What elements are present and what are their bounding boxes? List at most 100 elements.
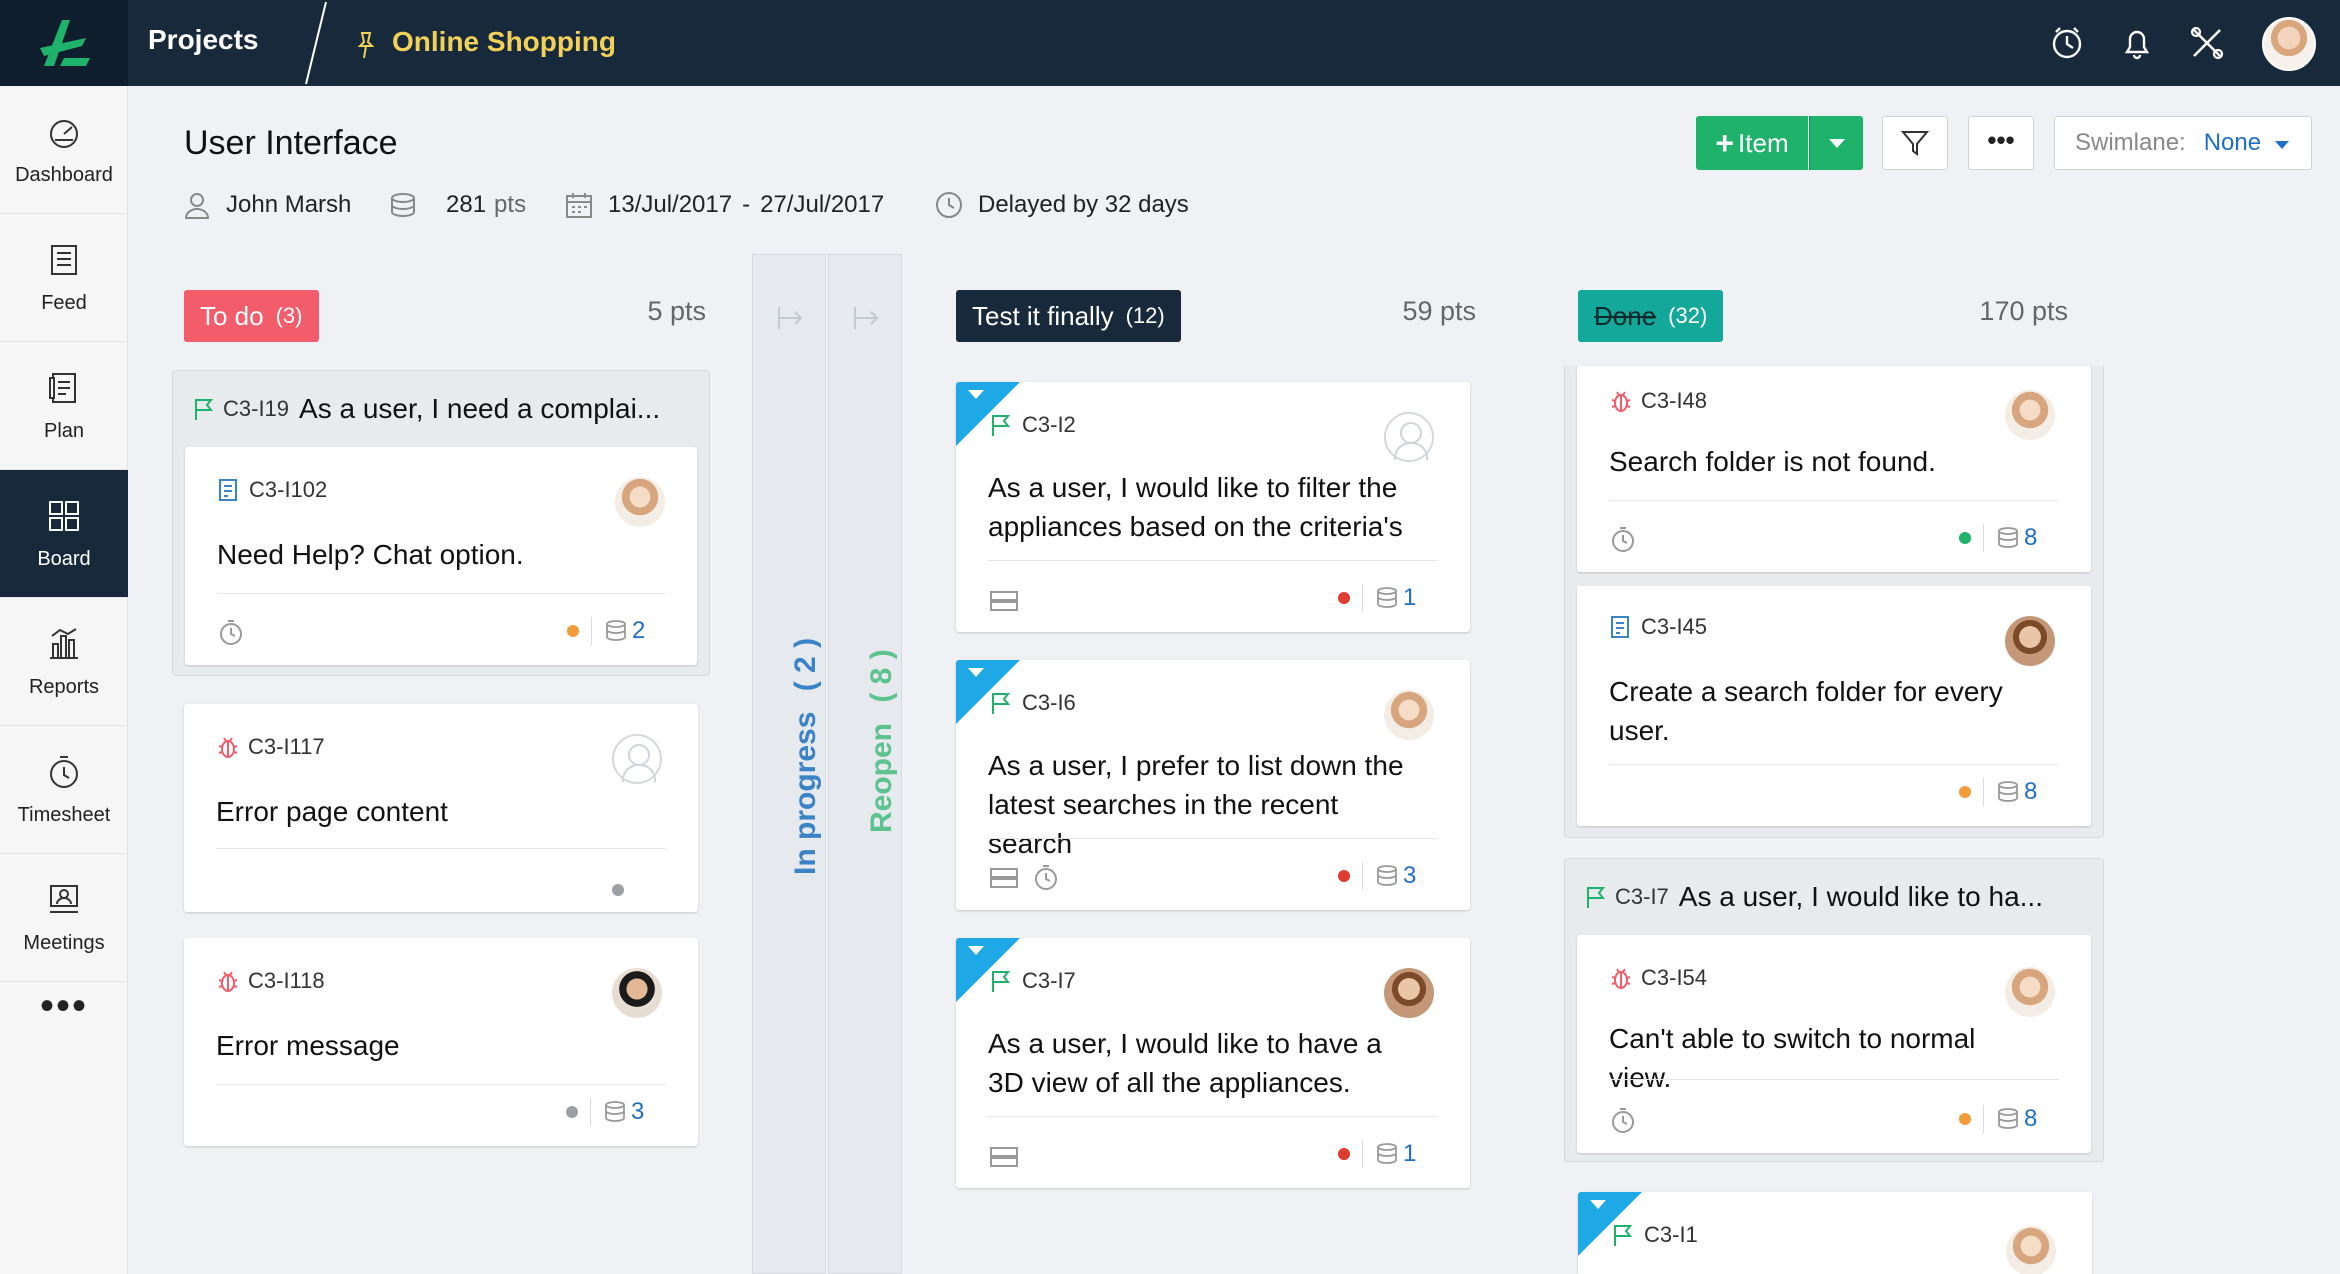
group-header[interactable]: C3-I7 As a user, I would like to ha... — [1583, 881, 2043, 913]
tools-icon[interactable] — [2188, 24, 2226, 62]
column-count: ( 2 ) — [789, 637, 822, 692]
card-title: Can't able to switch to normal view. — [1609, 1023, 1976, 1093]
unassigned-avatar[interactable] — [1384, 412, 1434, 462]
task-card[interactable]: C3-I118 Error message 3 — [184, 938, 698, 1146]
assignee-avatar[interactable] — [2005, 616, 2055, 666]
priority-dot — [567, 625, 579, 637]
story-group: C3-I19 As a user, I need a complai... C3… — [172, 370, 710, 676]
group-header[interactable]: C3-I19 As a user, I need a complai... — [191, 393, 660, 425]
subtasks-icon[interactable] — [988, 588, 1022, 614]
points-value: 2 — [632, 617, 646, 644]
column-test-header[interactable]: Test it finally (12) — [956, 290, 1181, 342]
column-in-progress-collapsed[interactable]: In progress ( 2 ) — [752, 254, 826, 1274]
story-card[interactable]: C3-I6 As a user, I prefer to list down t… — [956, 660, 1470, 910]
story-flag-icon — [195, 399, 214, 420]
timer-icon[interactable] — [217, 619, 245, 647]
task-card[interactable]: C3-I45 Create a search folder for every … — [1577, 586, 2091, 826]
column-name: Test it finally — [972, 300, 1114, 331]
coins-icon — [1998, 781, 2018, 802]
sidebar-item-dashboard[interactable]: Dashboard — [0, 86, 128, 214]
priority-dot — [1338, 870, 1350, 882]
bug-icon — [218, 737, 238, 758]
delay-meta: Delayed by 32 days — [934, 190, 1189, 220]
user-avatar[interactable] — [2262, 17, 2316, 71]
expand-arrow-icon[interactable] — [775, 303, 805, 333]
timer-icon[interactable] — [2048, 24, 2086, 62]
swimlane-value: None — [2203, 129, 2262, 156]
task-card[interactable]: C3-I117 Error page content — [184, 704, 698, 912]
unassigned-avatar[interactable] — [612, 734, 662, 784]
card-id-text: C3-I1 — [1644, 1222, 1698, 1247]
assignee-avatar[interactable] — [2005, 390, 2055, 440]
timer-icon[interactable] — [1032, 864, 1060, 892]
story-card[interactable]: C3-I2 As a user, I would like to filter … — [956, 382, 1470, 632]
sidebar-item-feed[interactable]: Feed — [0, 214, 128, 342]
assignee-avatar[interactable] — [615, 477, 665, 527]
task-card[interactable]: C3-I54 Can't able to switch to normal vi… — [1577, 935, 2091, 1153]
column-reopen-collapsed[interactable]: Reopen ( 8 ) — [828, 254, 902, 1274]
task-card[interactable]: C3-I48 Search folder is not found. 8 — [1577, 366, 2091, 572]
more-options-button[interactable]: ••• — [1968, 116, 2034, 170]
owner-name[interactable]: John Marsh — [226, 191, 351, 219]
column-name: Reopen — [865, 722, 898, 833]
subtasks-icon[interactable] — [988, 865, 1022, 891]
sidebar-item-label: Reports — [28, 676, 100, 698]
card-points — [612, 884, 624, 896]
subtasks-icon[interactable] — [988, 1144, 1022, 1170]
card-id: C3-I117 — [216, 734, 325, 760]
card-title: Need Help? Chat option. — [217, 539, 524, 570]
sidebar-item-label: Dashboard — [15, 164, 113, 186]
sidebar-more-button[interactable]: ••• — [0, 986, 128, 1026]
timer-icon[interactable] — [1609, 526, 1637, 554]
card-title: As a user, I prefer to list down the lat… — [988, 750, 1404, 859]
column-done-header[interactable]: Done (32) — [1578, 290, 1724, 342]
column-name: Done — [1594, 300, 1657, 331]
coins-icon — [606, 620, 626, 641]
card-footer — [1609, 1107, 1637, 1135]
expand-arrow-icon[interactable] — [851, 303, 881, 333]
coins-icon — [1377, 587, 1397, 608]
card-points: 3 — [1338, 862, 1416, 890]
sidebar-item-plan[interactable]: Plan — [0, 342, 128, 470]
notification-bell-icon[interactable] — [2118, 24, 2156, 62]
card-id-text: C3-I48 — [1641, 388, 1708, 413]
plus-icon: + — [1715, 124, 1735, 161]
task-card[interactable]: C3-I102 Need Help? Chat option. 2 — [185, 447, 697, 665]
sidebar-item-label: Meetings — [23, 932, 105, 954]
add-item-button[interactable]: + Item — [1696, 116, 1808, 170]
story-flag-icon — [992, 971, 1011, 992]
card-id-text: C3-I118 — [248, 968, 325, 993]
add-item-dropdown-button[interactable] — [1809, 116, 1863, 170]
sidebar-item-timesheet[interactable]: Timesheet — [0, 726, 128, 854]
sidebar-item-board[interactable]: Board — [0, 470, 128, 598]
card-title: Error page content — [216, 796, 448, 827]
column-count: (32) — [1668, 303, 1708, 328]
assignee-avatar[interactable] — [2006, 1226, 2056, 1274]
assignee-avatar[interactable] — [1384, 690, 1434, 740]
story-flag-icon — [1614, 1225, 1633, 1246]
sidebar-item-reports[interactable]: Reports — [0, 598, 128, 726]
delay-text: Delayed by 32 days — [978, 191, 1189, 218]
story-card[interactable]: C3-I7 As a user, I would like to have a … — [956, 938, 1470, 1188]
timer-icon[interactable] — [1609, 1107, 1637, 1135]
logo-icon — [40, 20, 90, 66]
assignee-avatar[interactable] — [1384, 968, 1434, 1018]
delay-clock-icon — [936, 192, 962, 218]
assignee-avatar[interactable] — [612, 968, 662, 1018]
story-card[interactable]: C3-I1 — [1578, 1192, 2092, 1274]
project-name[interactable]: Online Shopping — [392, 26, 616, 58]
card-id: C3-I7 — [988, 968, 1076, 994]
filter-button[interactable] — [1882, 116, 1948, 170]
priority-dot — [1959, 786, 1971, 798]
group-title: As a user, I would like to ha... — [1678, 881, 2043, 912]
app-logo[interactable] — [0, 0, 128, 86]
sidebar-item-meetings[interactable]: Meetings — [0, 854, 128, 982]
points-value: 3 — [631, 1098, 645, 1125]
projects-link[interactable]: Projects — [148, 24, 259, 56]
swimlane-select[interactable]: Swimlane: None — [2054, 116, 2312, 170]
coins-icon — [1998, 527, 2018, 548]
points-value: 3 — [1403, 862, 1417, 889]
assignee-avatar[interactable] — [2005, 967, 2055, 1017]
more-icon: ••• — [1987, 125, 2015, 155]
column-todo-header[interactable]: To do (3) — [184, 290, 319, 342]
